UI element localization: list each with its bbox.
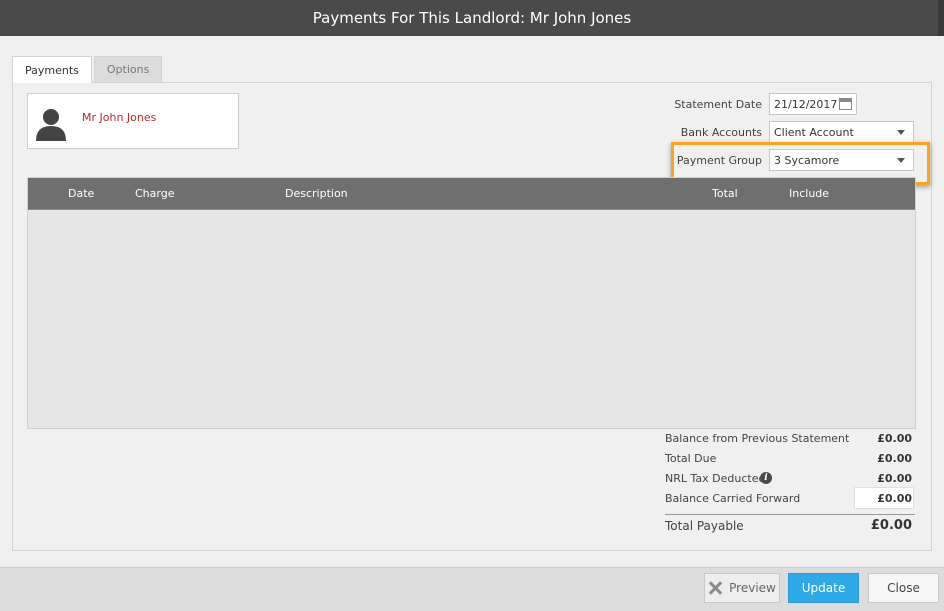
calendar-icon[interactable] (839, 98, 852, 110)
statement-date-label: Statement Date (674, 98, 762, 111)
column-header-description[interactable]: Description (285, 187, 348, 200)
preview-button[interactable]: Preview (704, 573, 780, 603)
tab-payments[interactable]: Payments (12, 56, 92, 83)
balance-carried-forward-label: Balance Carried Forward (665, 492, 801, 505)
column-header-charge[interactable]: Charge (135, 187, 174, 200)
bank-accounts-label: Bank Accounts (680, 126, 762, 139)
payments-grid: Date Charge Description Total Include (27, 177, 916, 429)
window-title: Payments For This Landlord: Mr John Jone… (312, 9, 632, 27)
window-titlebar: Payments For This Landlord: Mr John Jone… (0, 0, 944, 36)
statement-date-input[interactable]: 21/12/2017 (769, 93, 857, 115)
landlord-card: Mr John Jones (27, 93, 239, 149)
bank-accounts-value: Client Account (774, 125, 854, 139)
total-due-value: £0.00 (877, 452, 912, 465)
titlebar-edge (938, 0, 944, 36)
landlord-name[interactable]: Mr John Jones (82, 111, 156, 124)
column-header-date[interactable]: Date (68, 187, 94, 200)
tab-options[interactable]: Options (93, 56, 163, 82)
payment-group-label: Payment Group (676, 154, 762, 167)
info-icon[interactable]: i (760, 472, 772, 484)
close-button[interactable]: Close (868, 573, 939, 603)
balance-previous-label: Balance from Previous Statement (665, 432, 850, 445)
close-x-icon (708, 581, 722, 595)
payment-group-value: 3 Sycamore (774, 153, 840, 167)
nrl-tax-value: £0.00 (877, 472, 912, 485)
balance-carried-forward-value: £0.00 (877, 492, 912, 505)
chevron-down-icon (897, 130, 905, 135)
total-divider (665, 514, 915, 515)
balance-previous-value: £0.00 (877, 432, 912, 445)
grid-header: Date Charge Description Total Include (28, 178, 915, 210)
update-button-label: Update (801, 581, 846, 595)
chevron-down-icon (897, 158, 905, 163)
column-header-total[interactable]: Total (712, 187, 738, 200)
close-button-label: Close (887, 581, 920, 595)
nrl-tax-label: NRL Tax Deducted (665, 472, 766, 485)
update-button[interactable]: Update (788, 573, 859, 603)
bank-accounts-select[interactable]: Client Account (769, 121, 914, 143)
person-silhouette-icon (36, 109, 66, 141)
preview-button-label: Preview (729, 581, 776, 595)
column-header-include[interactable]: Include (789, 187, 829, 200)
statement-date-value: 21/12/2017 (774, 97, 838, 111)
tab-bar: Payments Options (12, 56, 164, 83)
total-due-label: Total Due (665, 452, 717, 465)
total-payable-value: £0.00 (870, 518, 912, 533)
payment-group-select[interactable]: 3 Sycamore (769, 149, 914, 171)
total-payable-label: Total Payable (665, 519, 744, 533)
